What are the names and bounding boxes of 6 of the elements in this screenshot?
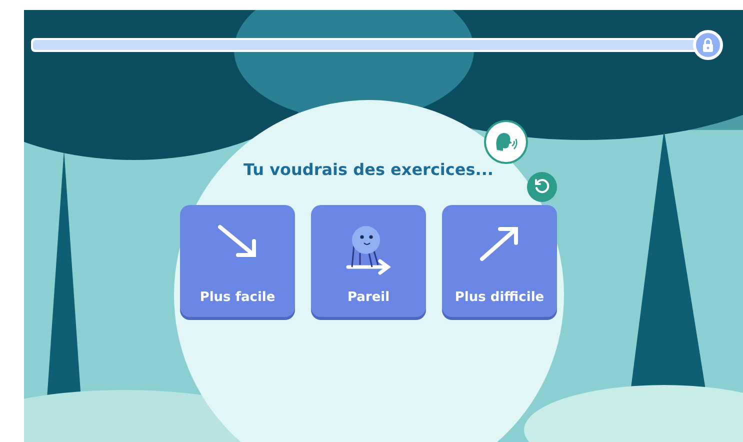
difficulty-button[interactable]: Plus difficile (442, 205, 557, 317)
difficulty-button[interactable]: Plus facile (180, 205, 295, 317)
replay-icon (534, 179, 550, 195)
speak-button[interactable] (486, 122, 526, 162)
difficulty-button[interactable]: Pareil (311, 205, 426, 317)
question-title: Tu voudrais des exercices... (243, 160, 494, 179)
